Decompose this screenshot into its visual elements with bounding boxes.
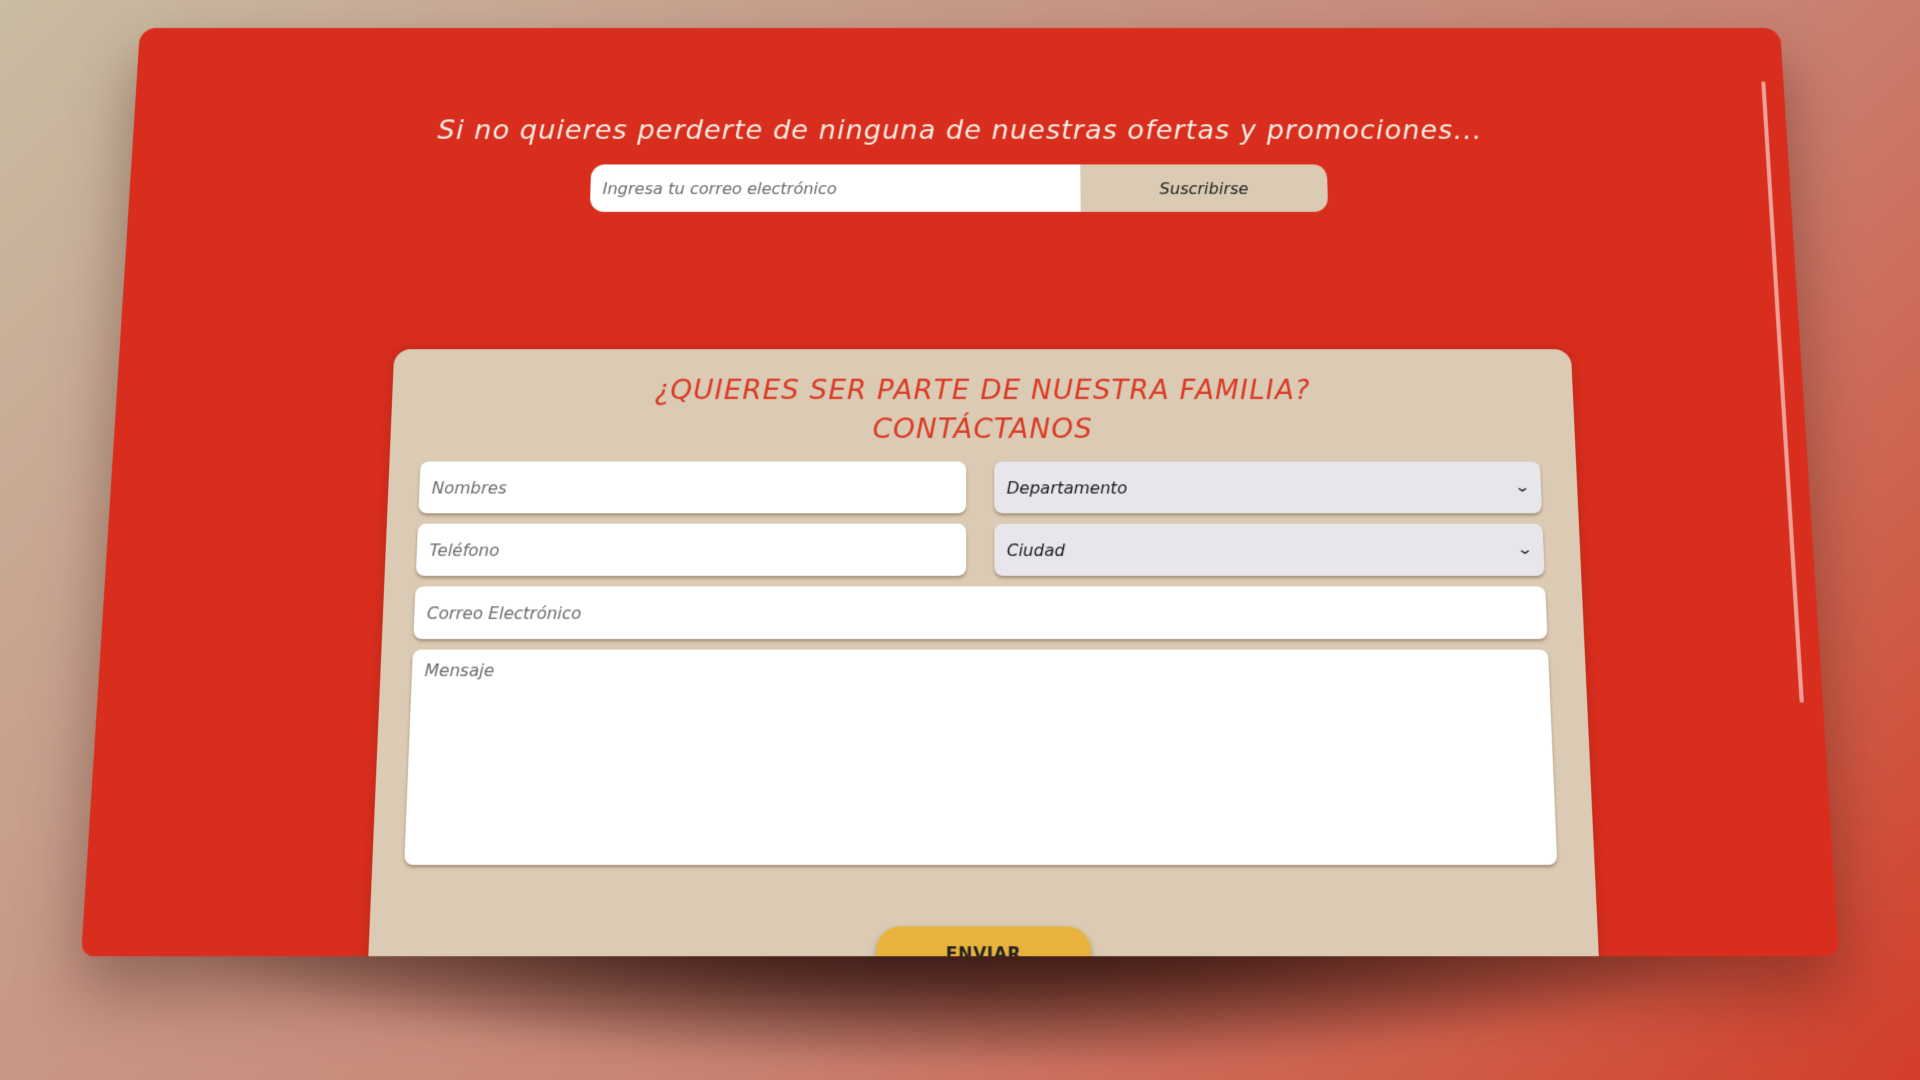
scrollbar[interactable] bbox=[1761, 81, 1804, 703]
newsletter-headline: Si no quieres perderte de ninguna de nue… bbox=[437, 115, 1483, 146]
chevron-down-icon: ⌄ bbox=[1516, 541, 1534, 559]
contact-form-title-line1: ¿QUIERES SER PARTE DE NUESTRA FAMILIA? bbox=[654, 374, 1312, 407]
contact-form-title: ¿QUIERES SER PARTE DE NUESTRA FAMILIA? C… bbox=[390, 372, 1575, 450]
enviar-button[interactable]: ENVIAR bbox=[876, 926, 1091, 957]
ciudad-select[interactable]: Ciudad ⌄ bbox=[994, 523, 1545, 576]
telefono-field[interactable] bbox=[415, 523, 967, 576]
newsletter-email-input[interactable] bbox=[589, 164, 1081, 212]
newsletter-form: Suscribirse bbox=[589, 164, 1329, 212]
subscribe-button[interactable]: Suscribirse bbox=[1080, 164, 1329, 212]
correo-field[interactable] bbox=[413, 586, 1548, 640]
departamento-select-value: Departamento bbox=[1006, 477, 1128, 498]
chevron-down-icon: ⌄ bbox=[1513, 479, 1532, 496]
stage: Si no quieres perderte de ninguna de nue… bbox=[0, 0, 1920, 1080]
contact-form-card: ¿QUIERES SER PARTE DE NUESTRA FAMILIA? C… bbox=[366, 349, 1602, 957]
page-viewport: Si no quieres perderte de ninguna de nue… bbox=[81, 28, 1839, 957]
contact-form-title-line2: CONTÁCTANOS bbox=[872, 413, 1094, 446]
ciudad-select-value: Ciudad bbox=[1006, 539, 1066, 560]
mensaje-textarea[interactable] bbox=[404, 649, 1558, 865]
departamento-select[interactable]: Departamento ⌄ bbox=[994, 461, 1543, 514]
nombres-field[interactable] bbox=[418, 461, 967, 514]
